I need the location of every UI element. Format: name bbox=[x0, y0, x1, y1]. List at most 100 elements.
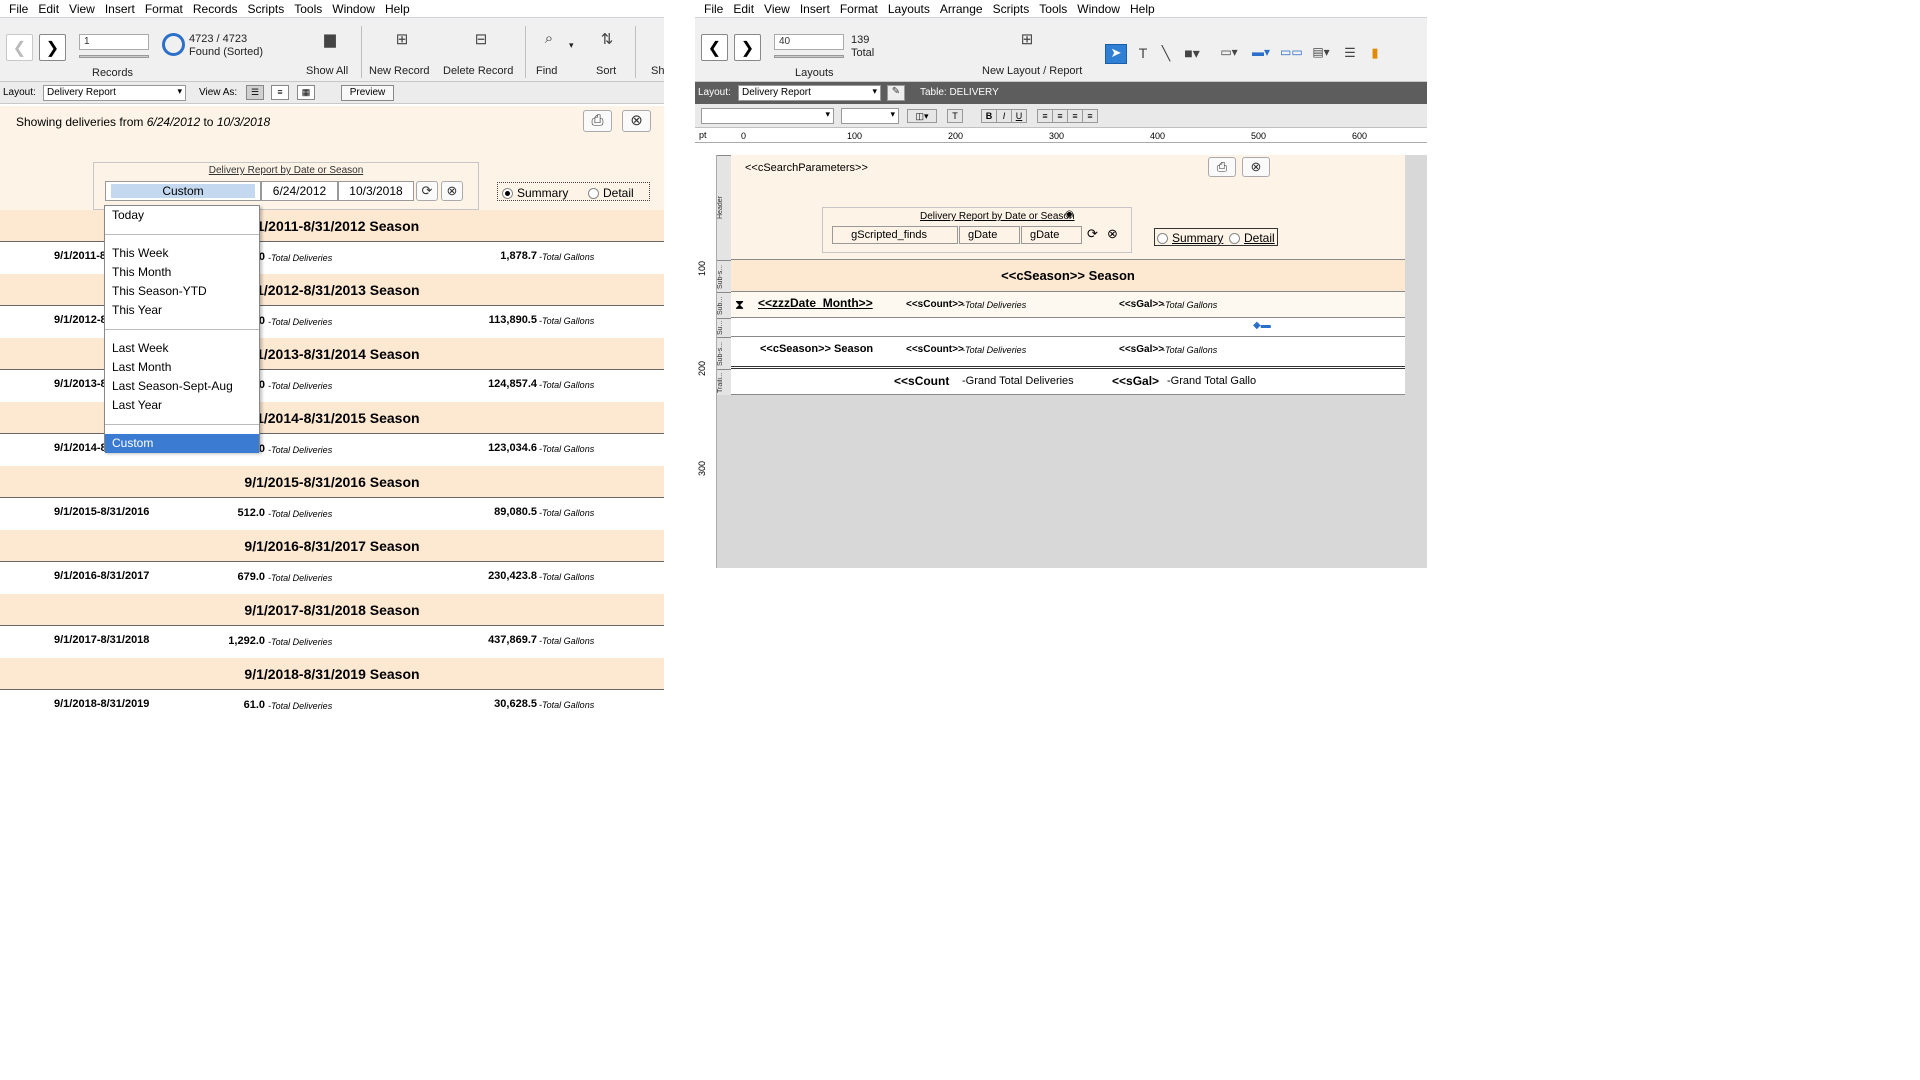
end-date-field[interactable]: gDate bbox=[1021, 226, 1082, 244]
menu-insert[interactable]: Insert bbox=[795, 2, 835, 16]
text-tool-icon[interactable]: T bbox=[1134, 45, 1152, 61]
previous-record-button[interactable]: ❮ bbox=[6, 34, 33, 61]
field-tool-icon[interactable]: ▭▾ bbox=[1216, 45, 1242, 59]
menu-scripts[interactable]: Scripts bbox=[243, 2, 290, 16]
button-bar-tool-icon[interactable]: ▭▭ bbox=[1280, 45, 1303, 59]
font-size-select[interactable] bbox=[841, 108, 899, 124]
range-option-this-year[interactable]: This Year bbox=[105, 301, 259, 320]
range-option-last-year[interactable]: Last Year bbox=[105, 396, 259, 415]
view-table-button[interactable]: ▦ bbox=[297, 85, 315, 100]
layout-number-input[interactable]: 40 bbox=[774, 34, 844, 50]
record-slider[interactable] bbox=[79, 55, 149, 58]
find-button[interactable]: Find bbox=[536, 65, 557, 77]
search-parameters-field[interactable]: <<cSearchParameters>> bbox=[745, 162, 868, 174]
range-option-last-week[interactable]: Last Week bbox=[105, 339, 259, 358]
layout-select[interactable]: Delivery Report bbox=[43, 85, 186, 101]
menu-scripts[interactable]: Scripts bbox=[988, 2, 1035, 16]
grand-sgal-field[interactable]: <<sGal> bbox=[1112, 374, 1159, 388]
menu-window[interactable]: Window bbox=[327, 2, 380, 16]
close-circle-icon[interactable]: ⊗ bbox=[1107, 226, 1118, 242]
scount-field[interactable]: <<sCount>> bbox=[906, 344, 964, 355]
part-label-header[interactable]: Header bbox=[717, 155, 731, 260]
view-form-button[interactable]: ☰ bbox=[246, 85, 264, 100]
start-date-field[interactable]: 6/24/2012 bbox=[261, 181, 338, 201]
bold-button[interactable]: B bbox=[981, 109, 997, 123]
range-select[interactable]: Custom bbox=[105, 181, 261, 201]
close-report-button[interactable]: ⊗ bbox=[1242, 157, 1270, 177]
preview-button[interactable]: Preview bbox=[341, 85, 394, 101]
part-label-trailing[interactable]: Traili... bbox=[717, 369, 731, 395]
selection-tool-button[interactable]: ➤ bbox=[1105, 44, 1127, 64]
underline-button[interactable]: U bbox=[1011, 109, 1027, 123]
list-tool-icon[interactable]: ☰ bbox=[1340, 45, 1360, 61]
show-all-button[interactable]: Show All bbox=[306, 65, 348, 77]
menu-help[interactable]: Help bbox=[1125, 2, 1160, 16]
range-option-last-month[interactable]: Last Month bbox=[105, 358, 259, 377]
button-tool-icon[interactable]: ▬▾ bbox=[1248, 45, 1274, 59]
part-label-subsummary[interactable]: Su... bbox=[717, 318, 731, 337]
season-title-field[interactable]: <<cSeason>> Season bbox=[731, 268, 1405, 283]
find-dropdown-arrow-icon[interactable]: ▾ bbox=[569, 40, 574, 51]
menu-layouts[interactable]: Layouts bbox=[883, 2, 935, 16]
menu-records[interactable]: Records bbox=[188, 2, 243, 16]
range-option-today[interactable]: Today bbox=[105, 206, 259, 225]
part-label-subsummary[interactable]: Sub-s... bbox=[717, 260, 731, 292]
delete-record-button[interactable]: Delete Record bbox=[443, 65, 513, 77]
menu-help[interactable]: Help bbox=[380, 2, 415, 16]
part-label-subsummary[interactable]: Sub... bbox=[717, 292, 731, 318]
fill-color-button[interactable]: ◫▾ bbox=[907, 109, 937, 123]
new-layout-button[interactable]: New Layout / Report bbox=[982, 65, 1082, 77]
menu-format[interactable]: Format bbox=[835, 2, 883, 16]
detail-radio[interactable]: Detail bbox=[1229, 231, 1275, 245]
menu-window[interactable]: Window bbox=[1072, 2, 1125, 16]
menu-view[interactable]: View bbox=[64, 2, 100, 16]
scount-field[interactable]: <<sCount>> bbox=[906, 299, 964, 310]
sort-icon[interactable]: ⧗ bbox=[735, 297, 744, 313]
date-month-field[interactable]: <<zzzDate_Month>> bbox=[758, 296, 873, 310]
align-right-button[interactable]: ≡ bbox=[1067, 109, 1083, 123]
button-bar-icon[interactable]: ◆▬ bbox=[1253, 320, 1271, 331]
text-color-button[interactable]: T bbox=[947, 109, 963, 123]
new-record-button[interactable]: New Record bbox=[369, 65, 430, 77]
align-center-button[interactable]: ≡ bbox=[1052, 109, 1068, 123]
record-number-input[interactable]: 1 bbox=[79, 34, 149, 50]
range-option-last-season[interactable]: Last Season-Sept-Aug bbox=[105, 377, 259, 396]
menu-file[interactable]: File bbox=[4, 2, 33, 16]
next-record-button[interactable]: ❯ bbox=[39, 34, 66, 61]
menu-tools[interactable]: Tools bbox=[1034, 2, 1072, 16]
align-justify-button[interactable]: ≡ bbox=[1082, 109, 1098, 123]
refresh-button[interactable]: ⟳ bbox=[416, 181, 438, 201]
summary-radio[interactable]: Summary bbox=[502, 186, 568, 200]
manage-layouts-button[interactable]: ✎ bbox=[887, 85, 905, 101]
portal-tool-icon[interactable]: ▤▾ bbox=[1308, 45, 1334, 59]
print-button[interactable]: ⎙ bbox=[1208, 157, 1236, 177]
chart-tool-icon[interactable]: ▮ bbox=[1365, 45, 1385, 61]
range-option-this-week[interactable]: This Week bbox=[105, 244, 259, 263]
layout-slider[interactable] bbox=[774, 55, 844, 58]
season-row-field[interactable]: <<cSeason>> Season bbox=[760, 343, 873, 355]
start-date-field[interactable]: gDate bbox=[959, 226, 1020, 244]
previous-layout-button[interactable]: ❮ bbox=[701, 34, 728, 61]
grand-scount-field[interactable]: <<sCount bbox=[894, 374, 949, 388]
menu-format[interactable]: Format bbox=[140, 2, 188, 16]
share-button[interactable]: Sh bbox=[651, 65, 664, 77]
range-option-this-month[interactable]: This Month bbox=[105, 263, 259, 282]
close-report-button[interactable]: ⊗ bbox=[622, 110, 651, 132]
layout-select[interactable]: Delivery Report bbox=[738, 85, 881, 101]
menu-view[interactable]: View bbox=[759, 2, 795, 16]
end-date-field[interactable]: 10/3/2018 bbox=[338, 181, 414, 201]
italic-button[interactable]: I bbox=[996, 109, 1012, 123]
menu-file[interactable]: File bbox=[699, 2, 728, 16]
view-list-button[interactable]: ≡ bbox=[271, 85, 289, 100]
menu-tools[interactable]: Tools bbox=[289, 2, 327, 16]
sort-button[interactable]: Sort bbox=[596, 65, 616, 77]
summary-radio[interactable]: Summary bbox=[1157, 231, 1223, 245]
menu-edit[interactable]: Edit bbox=[728, 2, 759, 16]
menu-edit[interactable]: Edit bbox=[33, 2, 64, 16]
detail-radio[interactable]: Detail bbox=[588, 186, 634, 200]
range-option-custom[interactable]: Custom bbox=[105, 434, 259, 453]
sgal-field[interactable]: <<sGal>> bbox=[1119, 299, 1164, 310]
part-label-subsummary[interactable]: Sub-s... bbox=[717, 337, 731, 369]
menu-arrange[interactable]: Arrange bbox=[935, 2, 988, 16]
range-option-this-season-ytd[interactable]: This Season-YTD bbox=[105, 282, 259, 301]
